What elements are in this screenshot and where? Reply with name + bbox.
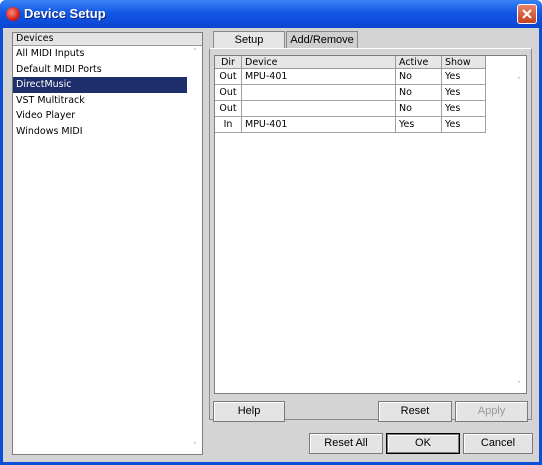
cell-show[interactable]: Yes [441,100,486,117]
device-item-default-midi-ports[interactable]: Default MIDI Ports [13,62,202,78]
cell-device[interactable] [241,84,396,101]
dialog-body: Devices All MIDI Inputs Default MIDI Por… [3,28,539,462]
help-button[interactable]: Help [213,401,285,422]
port-table: Dir Device Active Show Out MPU-401 No Ye… [215,56,486,133]
cell-active[interactable]: No [395,84,442,101]
devices-list[interactable]: Devices All MIDI Inputs Default MIDI Por… [12,32,203,455]
device-item-all-midi-inputs[interactable]: All MIDI Inputs [13,46,202,62]
table-row[interactable]: Out No Yes [215,100,486,117]
cell-device[interactable]: MPU-401 [241,68,396,85]
cancel-button[interactable]: Cancel [463,433,533,454]
devices-list-scrollbar[interactable]: ˄ ˅ [188,46,202,454]
devices-list-header: Devices [13,33,202,46]
column-header-dir[interactable]: Dir [215,56,242,69]
scroll-up-icon[interactable]: ˄ [188,49,202,58]
table-row[interactable]: Out No Yes [215,84,486,101]
cell-show[interactable]: Yes [441,84,486,101]
port-table-header: Dir Device Active Show [215,56,486,69]
tab-add-remove[interactable]: Add/Remove [286,31,358,48]
title-bar[interactable]: Device Setup [0,0,542,28]
column-header-show[interactable]: Show [441,56,486,69]
device-item-video-player[interactable]: Video Player [13,108,202,124]
reset-all-button[interactable]: Reset All [309,433,383,454]
reset-button[interactable]: Reset [378,401,452,422]
cell-dir: In [215,116,242,133]
port-grid[interactable]: Dir Device Active Show Out MPU-401 No Ye… [214,55,527,394]
window-title: Device Setup [24,6,106,21]
cell-active[interactable]: No [395,68,442,85]
column-header-device[interactable]: Device [241,56,396,69]
device-item-vst-multitrack[interactable]: VST Multitrack [13,93,202,109]
cell-show[interactable]: Yes [441,116,486,133]
app-icon [6,7,20,21]
close-icon [522,9,532,19]
cell-dir: Out [215,68,242,85]
cell-active[interactable]: Yes [395,116,442,133]
cell-device[interactable] [241,100,396,117]
table-row[interactable]: Out MPU-401 No Yes [215,68,486,85]
scroll-down-icon[interactable]: ˅ [512,382,526,391]
apply-button[interactable]: Apply [455,401,528,422]
device-item-windows-midi[interactable]: Windows MIDI [13,124,202,140]
table-row[interactable]: In MPU-401 Yes Yes [215,116,486,133]
cell-show[interactable]: Yes [441,68,486,85]
scroll-up-icon[interactable]: ˄ [512,78,526,87]
column-header-active[interactable]: Active [395,56,442,69]
cell-dir: Out [215,100,242,117]
ok-button[interactable]: OK [386,433,460,454]
cell-dir: Out [215,84,242,101]
cell-active[interactable]: No [395,100,442,117]
cell-device[interactable]: MPU-401 [241,116,396,133]
device-item-directmusic[interactable]: DirectMusic [13,77,187,93]
tab-setup[interactable]: Setup [213,31,285,48]
scroll-down-icon[interactable]: ˅ [188,443,202,452]
device-setup-window: Device Setup Devices All MIDI Inputs Def… [0,0,542,465]
port-grid-scrollbar[interactable]: ˄ ˅ [512,78,526,393]
close-button[interactable] [517,4,537,24]
